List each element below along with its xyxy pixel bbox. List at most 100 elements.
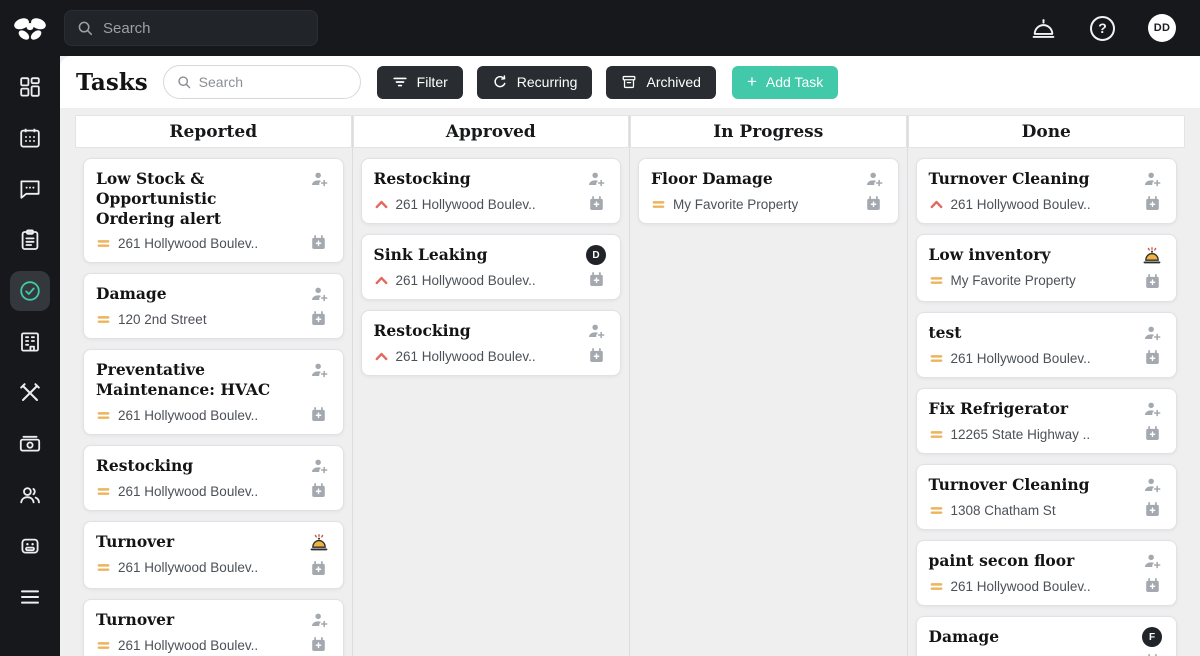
schedule-calendar-icon[interactable] [865, 195, 882, 212]
schedule-calendar-icon[interactable] [588, 271, 605, 288]
task-title: Low inventory [929, 245, 1133, 265]
schedule-calendar-icon[interactable] [588, 347, 605, 364]
task-card[interactable]: Preventative Maintenance: HVAC261 Hollyw… [83, 349, 344, 435]
sidebar-item-people[interactable] [10, 475, 50, 515]
app-logo-bow-icon[interactable] [13, 13, 47, 43]
column-cards: Restocking261 Hollywood Boulev.. Sink Lea… [353, 148, 630, 386]
column-cards: Low Stock & Opportunistic Ordering alert… [75, 148, 352, 656]
task-card[interactable]: DamageMy Favorite PropertyF [916, 616, 1178, 656]
task-title: Damage [929, 627, 1133, 647]
user-avatar[interactable]: DD [1148, 14, 1176, 42]
task-title: Sink Leaking [374, 245, 577, 265]
board-column-done: DoneTurnover Cleaning261 Hollywood Boule… [908, 115, 1186, 656]
assign-person-icon[interactable] [586, 169, 606, 189]
add-task-button[interactable]: + Add Task [732, 66, 838, 99]
task-card[interactable]: Turnover Cleaning1308 Chatham St [916, 464, 1178, 530]
schedule-calendar-icon[interactable] [310, 406, 327, 423]
recurring-button[interactable]: Recurring [477, 66, 593, 99]
task-title: paint secon floor [929, 551, 1133, 571]
property-name: 12265 State Highway .. [951, 427, 1091, 442]
assign-person-icon[interactable] [309, 169, 329, 189]
sidebar-item-payments[interactable] [10, 424, 50, 464]
schedule-calendar-icon[interactable] [1144, 349, 1161, 366]
sidebar-item-assistant[interactable] [10, 526, 50, 566]
assignee-avatar[interactable]: D [586, 245, 606, 265]
clipboard-icon [18, 228, 42, 252]
task-card[interactable]: Turnover261 Hollywood Boulev.. [83, 521, 344, 589]
property-name: 261 Hollywood Boulev.. [951, 197, 1091, 212]
schedule-calendar-icon[interactable] [310, 560, 327, 577]
sidebar-item-maintenance[interactable] [10, 373, 50, 413]
global-search-input[interactable] [103, 20, 306, 37]
schedule-calendar-icon[interactable] [310, 482, 327, 499]
assign-person-icon[interactable] [1142, 169, 1162, 189]
assign-person-icon[interactable] [1142, 399, 1162, 419]
sidebar-item-properties[interactable] [10, 322, 50, 362]
bell-icon[interactable] [1141, 245, 1163, 267]
task-card[interactable]: Turnover Cleaning261 Hollywood Boulev.. [916, 158, 1178, 224]
priority-medium-icon [929, 351, 944, 366]
property-name: 261 Hollywood Boulev.. [118, 638, 258, 653]
sidebar-item-menu[interactable] [10, 577, 50, 617]
priority-medium-icon [96, 312, 111, 327]
task-title: Fix Refrigerator [929, 399, 1133, 419]
task-card[interactable]: Low Stock & Opportunistic Ordering alert… [83, 158, 344, 263]
assign-person-icon[interactable] [864, 169, 884, 189]
task-card[interactable]: Turnover261 Hollywood Boulev.. [83, 599, 344, 656]
property-name: 261 Hollywood Boulev.. [118, 560, 258, 575]
task-card[interactable]: paint secon floor261 Hollywood Boulev.. [916, 540, 1178, 606]
task-card[interactable]: Fix Refrigerator 12265 State Highway .. [916, 388, 1178, 454]
sidebar-item-messages[interactable] [10, 169, 50, 209]
priority-high-icon [374, 273, 389, 288]
task-card[interactable]: Floor DamageMy Favorite Property [638, 158, 899, 224]
sidebar [0, 56, 60, 656]
sidebar-item-tasks[interactable] [10, 271, 50, 311]
assign-person-icon[interactable] [309, 610, 329, 630]
filter-icon [392, 74, 408, 90]
assign-person-icon[interactable] [1142, 551, 1162, 571]
property-name: 1308 Chatham St [951, 503, 1056, 518]
assignee-avatar[interactable]: F [1142, 627, 1162, 647]
task-card[interactable]: Restocking261 Hollywood Boulev.. [83, 445, 344, 511]
schedule-calendar-icon[interactable] [1144, 273, 1161, 290]
property-name: My Favorite Property [673, 197, 798, 212]
task-card[interactable]: test261 Hollywood Boulev.. [916, 312, 1178, 378]
priority-medium-icon [96, 484, 111, 499]
assign-person-icon[interactable] [309, 360, 329, 380]
assign-person-icon[interactable] [1142, 323, 1162, 343]
money-icon [18, 432, 42, 456]
schedule-calendar-icon[interactable] [588, 195, 605, 212]
sidebar-item-calendar[interactable] [10, 118, 50, 158]
schedule-calendar-icon[interactable] [1144, 195, 1161, 212]
task-title: Low Stock & Opportunistic Ordering alert [96, 169, 299, 228]
schedule-calendar-icon[interactable] [310, 310, 327, 327]
assign-person-icon[interactable] [1142, 475, 1162, 495]
task-card[interactable]: Low inventoryMy Favorite Property [916, 234, 1178, 302]
filter-button[interactable]: Filter [377, 66, 463, 99]
bell-icon[interactable] [308, 532, 330, 554]
assign-person-icon[interactable] [309, 284, 329, 304]
sidebar-item-checklists[interactable] [10, 220, 50, 260]
assign-person-icon[interactable] [309, 456, 329, 476]
schedule-calendar-icon[interactable] [1144, 425, 1161, 442]
concierge-bell-icon[interactable] [1030, 15, 1057, 42]
schedule-calendar-icon[interactable] [1144, 577, 1161, 594]
tasks-search-input[interactable] [199, 74, 348, 90]
schedule-calendar-icon[interactable] [1144, 501, 1161, 518]
archived-button[interactable]: Archived [606, 66, 715, 99]
task-card[interactable]: Damage120 2nd Street [83, 273, 344, 339]
property-name: 261 Hollywood Boulev.. [396, 273, 536, 288]
task-card[interactable]: Sink Leaking 261 Hollywood Boulev.. D [361, 234, 622, 300]
sidebar-item-dashboard[interactable] [10, 67, 50, 107]
recurring-label: Recurring [517, 74, 578, 90]
schedule-calendar-icon[interactable] [310, 234, 327, 251]
schedule-calendar-icon[interactable] [310, 636, 327, 653]
task-card[interactable]: Restocking261 Hollywood Boulev.. [361, 310, 622, 376]
tasks-search [163, 65, 361, 99]
task-title: test [929, 323, 1133, 343]
chat-icon [18, 177, 42, 201]
assign-person-icon[interactable] [586, 321, 606, 341]
add-task-label: Add Task [766, 74, 823, 90]
help-icon[interactable]: ? [1090, 16, 1115, 41]
task-card[interactable]: Restocking261 Hollywood Boulev.. [361, 158, 622, 224]
